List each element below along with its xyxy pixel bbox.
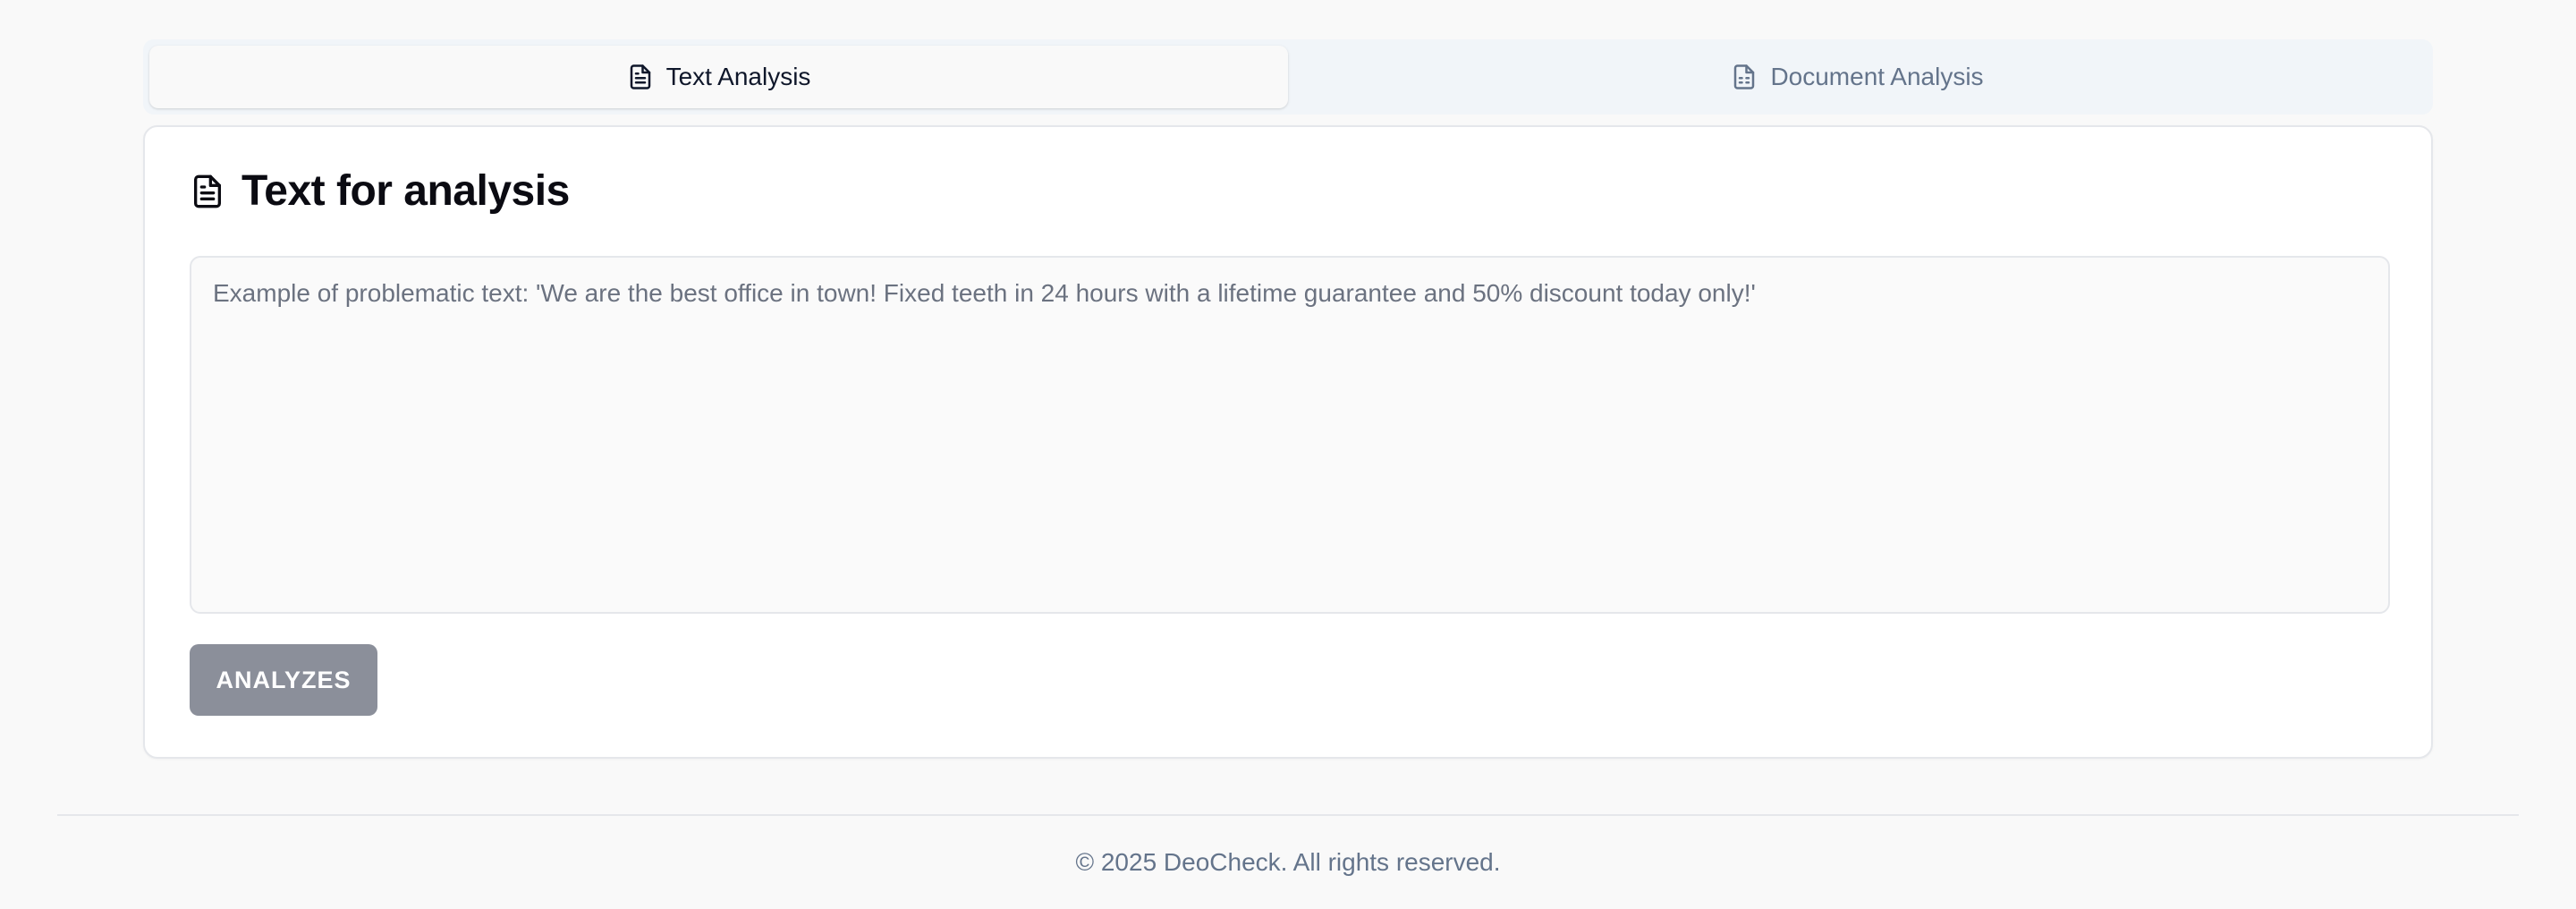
footer: © 2025 DeoCheck. All rights reserved. — [57, 814, 2519, 909]
card-header: Text for analysis — [190, 166, 570, 216]
tab-document-analysis-label: Document Analysis — [1770, 63, 1984, 90]
card-title: Text for analysis — [242, 167, 570, 215]
tab-bar: Text Analysis Document Analysis — [143, 39, 2433, 115]
analysis-text-input[interactable] — [190, 256, 2390, 614]
tab-text-analysis[interactable]: Text Analysis — [149, 46, 1288, 108]
file-text-icon — [630, 64, 650, 89]
page: Text Analysis Document Analysis Text for… — [0, 0, 2576, 909]
tab-document-analysis[interactable]: Document Analysis — [1288, 46, 2427, 108]
file-spreadsheet-icon — [1734, 64, 1755, 89]
copyright-text: © 2025 DeoCheck. All rights reserved. — [1075, 848, 1501, 876]
file-text-icon — [194, 174, 221, 208]
tab-text-analysis-label: Text Analysis — [665, 63, 811, 90]
text-analysis-card: Text for analysis ANALYZES — [143, 125, 2433, 759]
analyze-button[interactable]: ANALYZES — [190, 644, 377, 716]
